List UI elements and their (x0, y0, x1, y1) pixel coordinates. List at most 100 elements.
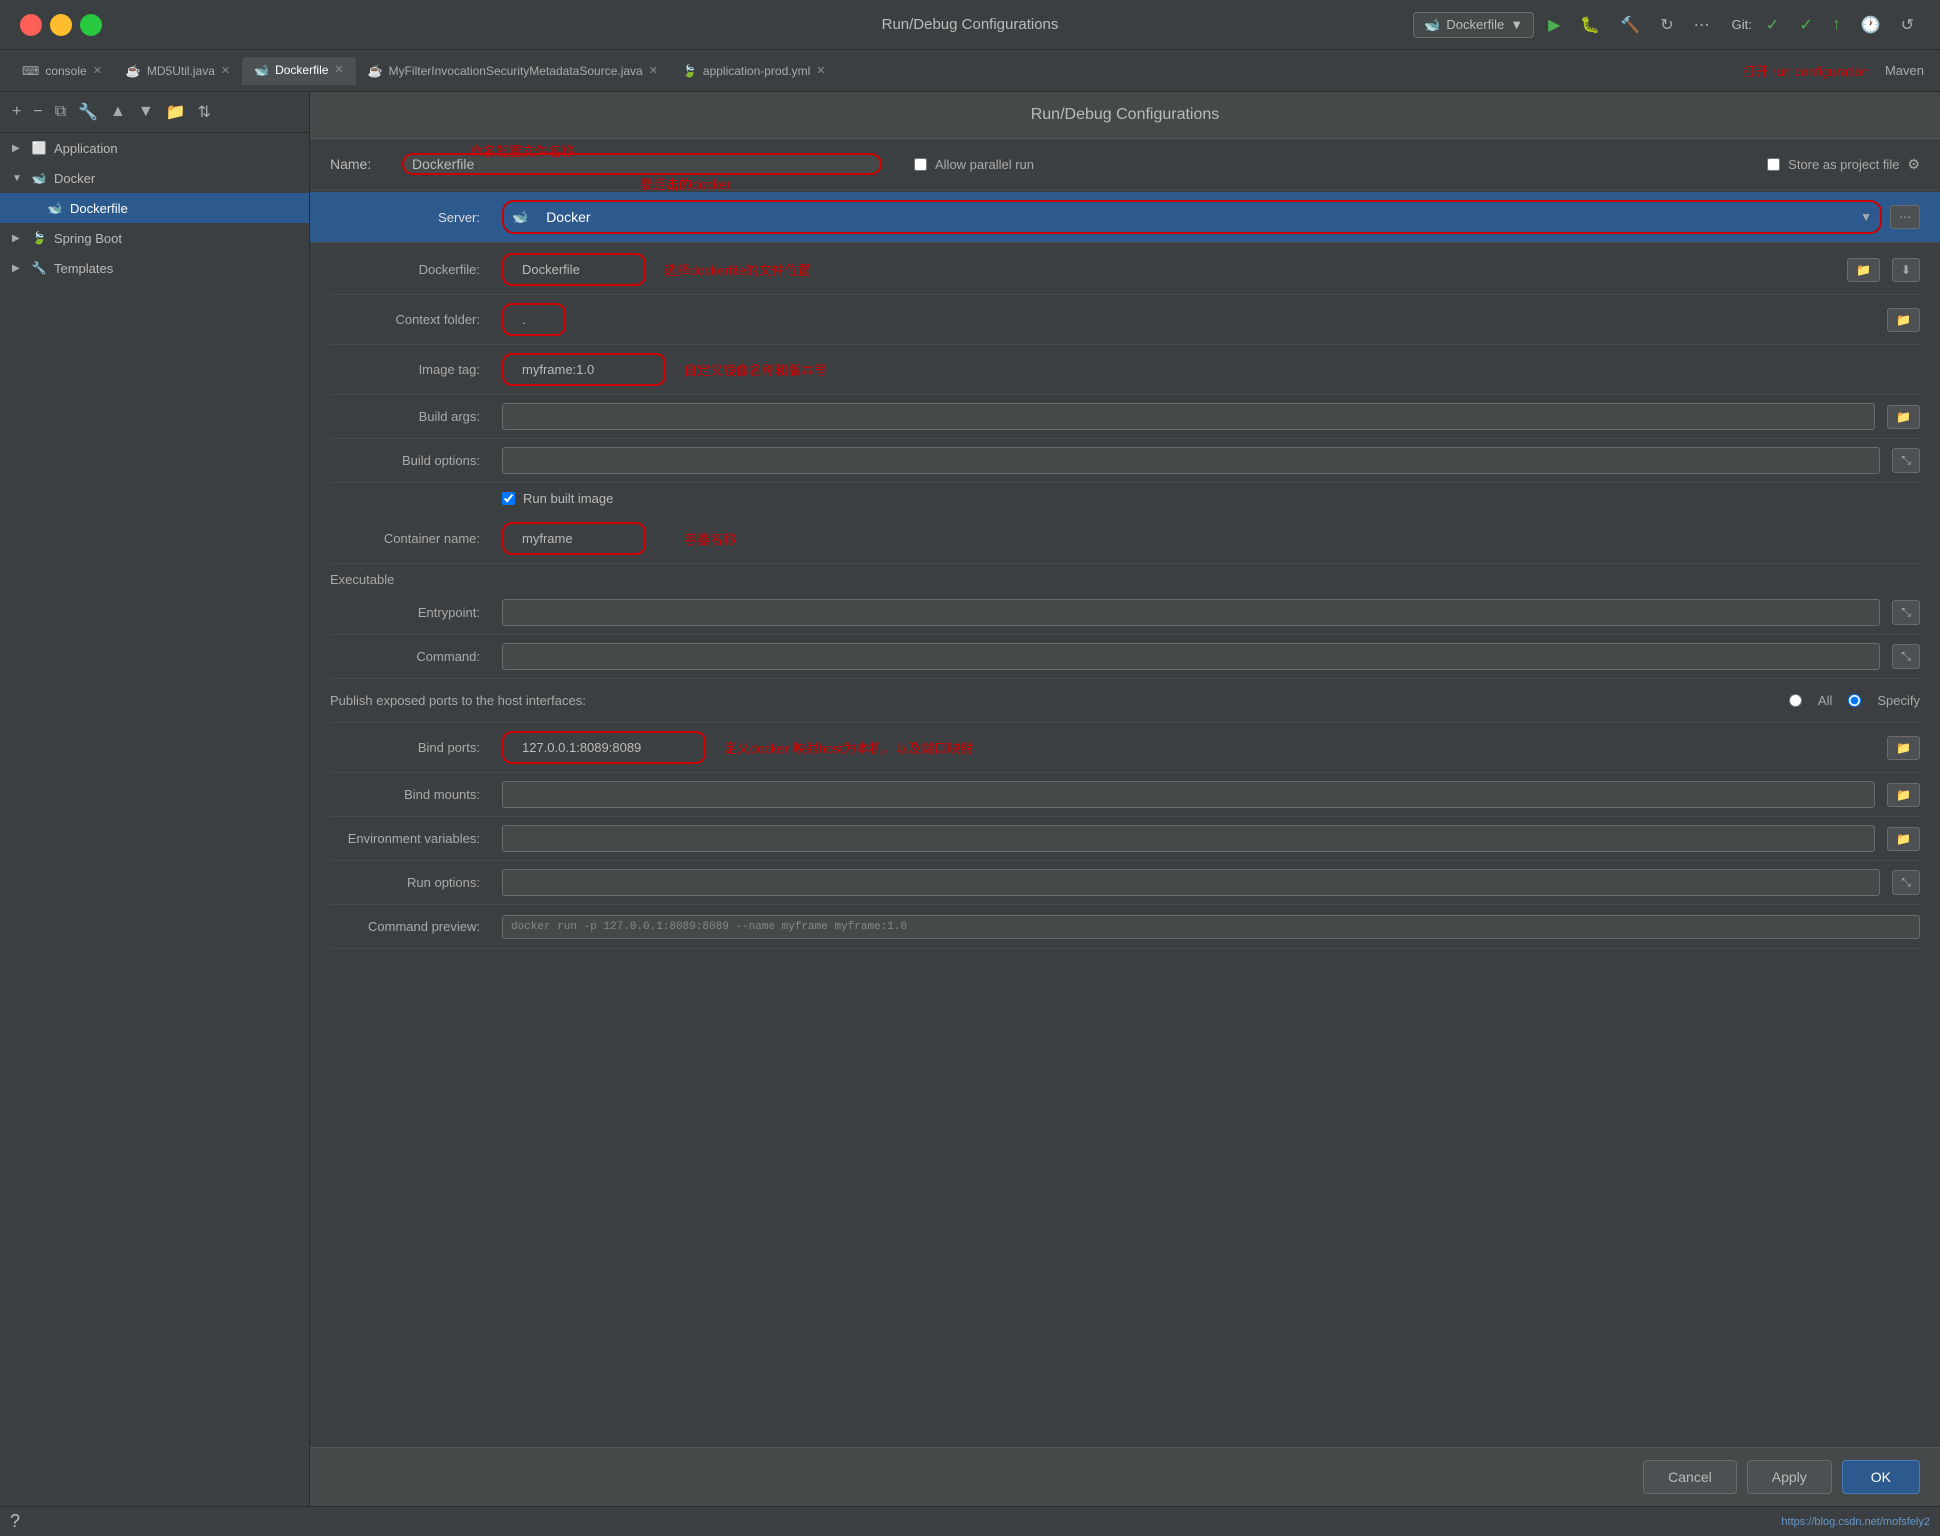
image-tag-label: Image tag: (330, 362, 490, 377)
sidebar-item-application[interactable]: ▶ ⬜ Application (0, 133, 309, 163)
allow-parallel-checkbox[interactable] (914, 158, 927, 171)
window-title-text: Run/Debug Configurations (882, 16, 1059, 33)
sort-button[interactable]: ⇅ (194, 100, 215, 124)
allow-parallel-label: Allow parallel run (935, 157, 1034, 172)
server-select[interactable]: Docker (538, 204, 1856, 230)
build-args-browse-button[interactable]: 📁 (1887, 405, 1920, 429)
env-vars-browse-button[interactable]: 📁 (1887, 827, 1920, 851)
dockerfile-browse-button[interactable]: 📁 (1847, 258, 1880, 282)
help-icon[interactable]: ? (10, 1511, 20, 1532)
console-icon: ⌨ (22, 64, 39, 78)
command-row: Command: ⤡ (330, 635, 1920, 679)
debug-button[interactable]: 🐛 (1574, 11, 1606, 39)
close-button[interactable] (20, 14, 42, 36)
dialog-body: 命名配置文件名称 Name: Allow parallel run Store … (310, 139, 1940, 1447)
window-controls[interactable] (20, 14, 102, 36)
spring-expand-icon: ▶ (12, 233, 24, 244)
tab-application-prod-close[interactable]: ✕ (816, 64, 825, 77)
build-options-expand-button[interactable]: ⤡ (1892, 448, 1920, 473)
entrypoint-input[interactable] (502, 599, 1880, 626)
dialog-area: Run/Debug Configurations 命名配置文件名称 Name: … (310, 92, 1940, 1506)
maximize-button[interactable] (80, 14, 102, 36)
run-options-content (502, 869, 1880, 896)
refresh-button[interactable]: ↻ (1654, 11, 1679, 39)
tab-myfilter-close[interactable]: ✕ (649, 64, 658, 77)
toolbar-annotation: 打开 run configuration (1743, 61, 1885, 80)
ok-button[interactable]: OK (1842, 1460, 1920, 1494)
tab-application-prod[interactable]: 🍃 application-prod.yml ✕ (670, 58, 838, 84)
copy-button[interactable]: ⧉ (51, 101, 70, 123)
run-button[interactable]: ▶ (1542, 11, 1566, 39)
run-options-expand-button[interactable]: ⤡ (1892, 870, 1920, 895)
bind-ports-annotation: 定义docker 映射host为本机，以及端口映射 (724, 738, 973, 757)
image-tag-input[interactable] (514, 357, 654, 382)
build-button[interactable]: 🔨 (1614, 11, 1646, 39)
server-annotation: 要连击的docker (640, 174, 731, 193)
sidebar-item-spring-boot[interactable]: ▶ 🍃 Spring Boot (0, 223, 309, 253)
build-args-input[interactable] (502, 403, 1875, 430)
minimize-button[interactable] (50, 14, 72, 36)
more-button[interactable]: ⋯ (1688, 11, 1716, 39)
store-project-checkbox[interactable] (1767, 158, 1780, 171)
store-project-group: Store as project file ⚙ (1767, 156, 1920, 173)
sidebar-item-templates[interactable]: ▶ 🔧 Templates (0, 253, 309, 283)
dockerfile-expand-button[interactable]: ⬇ (1892, 258, 1920, 282)
command-expand-button[interactable]: ⤡ (1892, 644, 1920, 669)
context-browse-button[interactable]: 📁 (1887, 308, 1920, 332)
bind-mounts-browse-button[interactable]: 📁 (1887, 783, 1920, 807)
add-button[interactable]: + (8, 101, 25, 123)
bind-ports-browse-button[interactable]: 📁 (1887, 736, 1920, 760)
context-folder-input[interactable] (514, 307, 554, 332)
bind-mounts-input[interactable] (502, 781, 1875, 808)
bind-ports-input[interactable] (514, 735, 694, 760)
up-button[interactable]: ▲ (106, 101, 130, 123)
git-revert-button[interactable]: ↺ (1895, 11, 1920, 39)
dialog-footer: Cancel Apply OK (310, 1447, 1940, 1506)
command-label: Command: (330, 649, 490, 664)
entrypoint-expand-button[interactable]: ⤡ (1892, 600, 1920, 625)
main-layout: + − ⧉ 🔧 ▲ ▼ 📁 ⇅ ▶ ⬜ Application ▼ 🐋 Dock… (0, 92, 1940, 1506)
command-preview-input[interactable] (502, 915, 1920, 939)
apply-button[interactable]: Apply (1747, 1460, 1832, 1494)
container-name-annotation: 容器名称 (684, 529, 736, 548)
run-config-selector[interactable]: 🐋 Dockerfile ▼ (1413, 12, 1534, 38)
templates-label: Templates (54, 261, 113, 276)
radio-specify[interactable] (1848, 694, 1861, 707)
tab-dockerfile-close[interactable]: ✕ (334, 63, 343, 76)
command-input[interactable] (502, 643, 1880, 670)
dockerfile-input[interactable] (514, 257, 634, 282)
sidebar-item-docker[interactable]: ▼ 🐋 Docker (0, 163, 309, 193)
server-label: Server: (330, 210, 490, 225)
tab-dockerfile[interactable]: 🐋 Dockerfile ✕ (242, 57, 356, 85)
run-built-image-checkbox[interactable] (502, 492, 515, 505)
radio-group: All Specify (1789, 693, 1920, 708)
folder-button[interactable]: 📁 (162, 100, 190, 124)
tab-md5util-close[interactable]: ✕ (221, 64, 230, 77)
build-options-input[interactable] (502, 447, 1880, 474)
gear-icon[interactable]: ⚙ (1907, 156, 1920, 173)
tab-md5util[interactable]: ☕ MD5Util.java ✕ (114, 58, 242, 84)
git-push-button[interactable]: ↑ (1827, 12, 1847, 38)
cancel-button[interactable]: Cancel (1643, 1460, 1737, 1494)
tab-myfilter[interactable]: ☕ MyFilterInvocationSecurityMetadataSour… (356, 58, 670, 84)
git-check-button[interactable]: ✓ (1760, 11, 1785, 39)
tab-console-close[interactable]: ✕ (93, 64, 102, 77)
run-config-label: Dockerfile (1446, 17, 1504, 32)
settings-button[interactable]: 🔧 (74, 100, 102, 124)
container-name-input[interactable] (514, 526, 634, 551)
run-built-image-label: Run built image (523, 491, 613, 506)
yml-icon: 🍃 (682, 64, 697, 78)
sidebar-item-dockerfile[interactable]: 🐋 Dockerfile (0, 193, 309, 223)
remove-button[interactable]: − (29, 101, 46, 123)
down-button[interactable]: ▼ (134, 101, 158, 123)
git-history-button[interactable]: 🕐 (1855, 11, 1887, 39)
env-vars-input[interactable] (502, 825, 1875, 852)
context-folder-content (502, 303, 1875, 336)
build-options-row: Build options: ⤡ (330, 439, 1920, 483)
git-check2-button[interactable]: ✓ (1793, 11, 1818, 39)
name-annotation: 命名配置文件名称 (470, 141, 574, 160)
run-options-input[interactable] (502, 869, 1880, 896)
tab-console[interactable]: ⌨ console ✕ (10, 58, 114, 84)
server-settings-button[interactable]: ⋯ (1890, 205, 1920, 229)
radio-all[interactable] (1789, 694, 1802, 707)
